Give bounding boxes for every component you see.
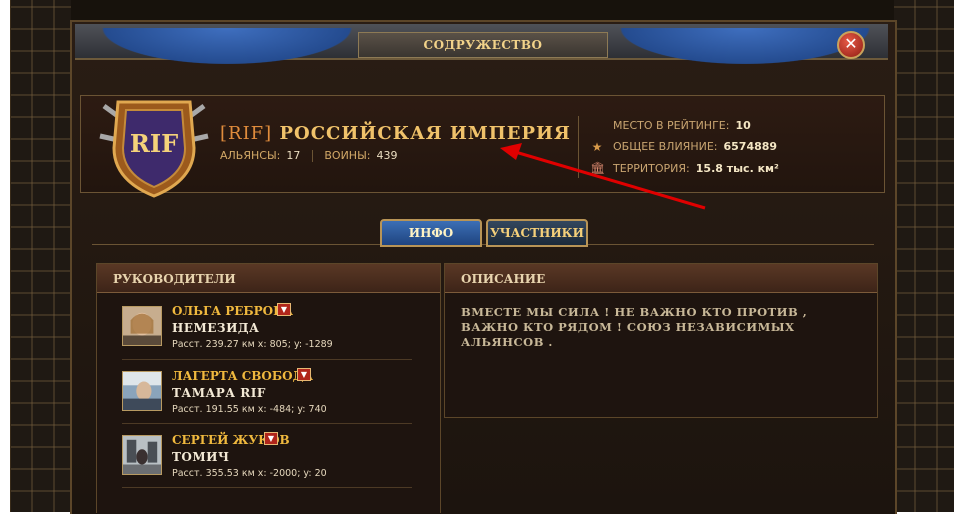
leader-coords[interactable]: Расст. 239.27 км x: 805; y: -1289 [172, 339, 333, 350]
alliance-name: РОССИЙСКАЯ ИМПЕРИЯ [279, 123, 571, 144]
warriors-value: 439 [376, 149, 398, 162]
tab-info[interactable]: ИНФО [380, 219, 482, 247]
tab-members[interactable]: УЧАСТНИКИ [486, 219, 588, 247]
rank-value: 10 [735, 119, 751, 132]
header-divider [578, 116, 579, 178]
row-divider [122, 423, 412, 424]
leader-name[interactable]: ОЛЬГА РЕБРОВА [172, 304, 293, 318]
leader-coords[interactable]: Расст. 355.53 км x: -2000; y: 20 [172, 468, 327, 479]
alliances-value: 17 [286, 149, 301, 162]
warriors-label: ВОИНЫ: [324, 149, 371, 162]
leader-item[interactable]: СЕРГЕЙ ЖУКОВ ▼ ТОМИЧ Расст. 355.53 км x:… [122, 429, 412, 489]
avatar [122, 371, 162, 411]
influence-value: 6574889 [723, 140, 778, 153]
chevron-down-icon[interactable]: ▼ [277, 303, 291, 316]
territory-value: 15.8 тыс. км² [695, 162, 779, 175]
territory-label: ТЕРРИТОРИЯ: [613, 162, 690, 175]
row-divider [122, 359, 412, 360]
alliance-title: [RIF] РОССИЙСКАЯ ИМПЕРИЯ [220, 123, 571, 144]
chevron-down-icon[interactable]: ▼ [297, 368, 311, 381]
tab-rule [92, 244, 874, 245]
influence-stat: ОБЩЕЕ ВЛИЯНИЕ: 6574889 [613, 140, 777, 153]
close-icon[interactable]: ✕ [837, 31, 865, 59]
avatar [122, 306, 162, 346]
alliance-tag: [RIF] [220, 123, 273, 144]
leader-name[interactable]: ЛАГЕРТА СВОБОДА [172, 369, 313, 383]
window-title: СОДРУЖЕСТВО [358, 32, 608, 58]
leaders-heading: РУКОВОДИТЕЛИ [97, 264, 440, 293]
leader-coords[interactable]: Расст. 191.55 км x: -484; y: 740 [172, 404, 327, 415]
decorative-border-left [11, 0, 71, 512]
rank-stat: МЕСТО В РЕЙТИНГЕ: 10 [613, 119, 751, 132]
leader-title: ТОМИЧ [172, 450, 230, 464]
leader-title: НЕМЕЗИДА [172, 321, 260, 335]
rank-label: МЕСТО В РЕЙТИНГЕ: [613, 119, 730, 132]
description-heading: ОПИСАНИЕ [445, 264, 877, 293]
alliance-emblem: RIF [99, 100, 209, 198]
avatar [122, 435, 162, 475]
chevron-down-icon[interactable]: ▼ [264, 432, 278, 445]
stats-separator [311, 150, 313, 162]
influence-label: ОБЩЕЕ ВЛИЯНИЕ: [613, 140, 718, 153]
star-icon: ★ [591, 140, 603, 154]
row-divider [122, 487, 412, 488]
leader-item[interactable]: ОЛЬГА РЕБРОВА ▼ НЕМЕЗИДА Расст. 239.27 к… [122, 300, 412, 360]
description-text: ВМЕСТЕ МЫ СИЛА ! НЕ ВАЖНО КТО ПРОТИВ , В… [461, 305, 808, 349]
alliances-label: АЛЬЯНСЫ: [220, 149, 281, 162]
emblem-text: RIF [130, 129, 178, 158]
alliance-stats-row: АЛЬЯНСЫ: 17 ВОИНЫ: 439 [220, 149, 397, 162]
leader-item[interactable]: ЛАГЕРТА СВОБОДА ▼ ТАМАРА RIF Расст. 191.… [122, 365, 412, 425]
drape-decoration-left [82, 28, 372, 70]
decorative-border-right [894, 0, 954, 512]
leader-title: ТАМАРА RIF [172, 386, 266, 400]
territory-stat: ТЕРРИТОРИЯ: 15.8 тыс. км² [613, 162, 779, 175]
temple-icon: 🏛 [590, 161, 606, 175]
